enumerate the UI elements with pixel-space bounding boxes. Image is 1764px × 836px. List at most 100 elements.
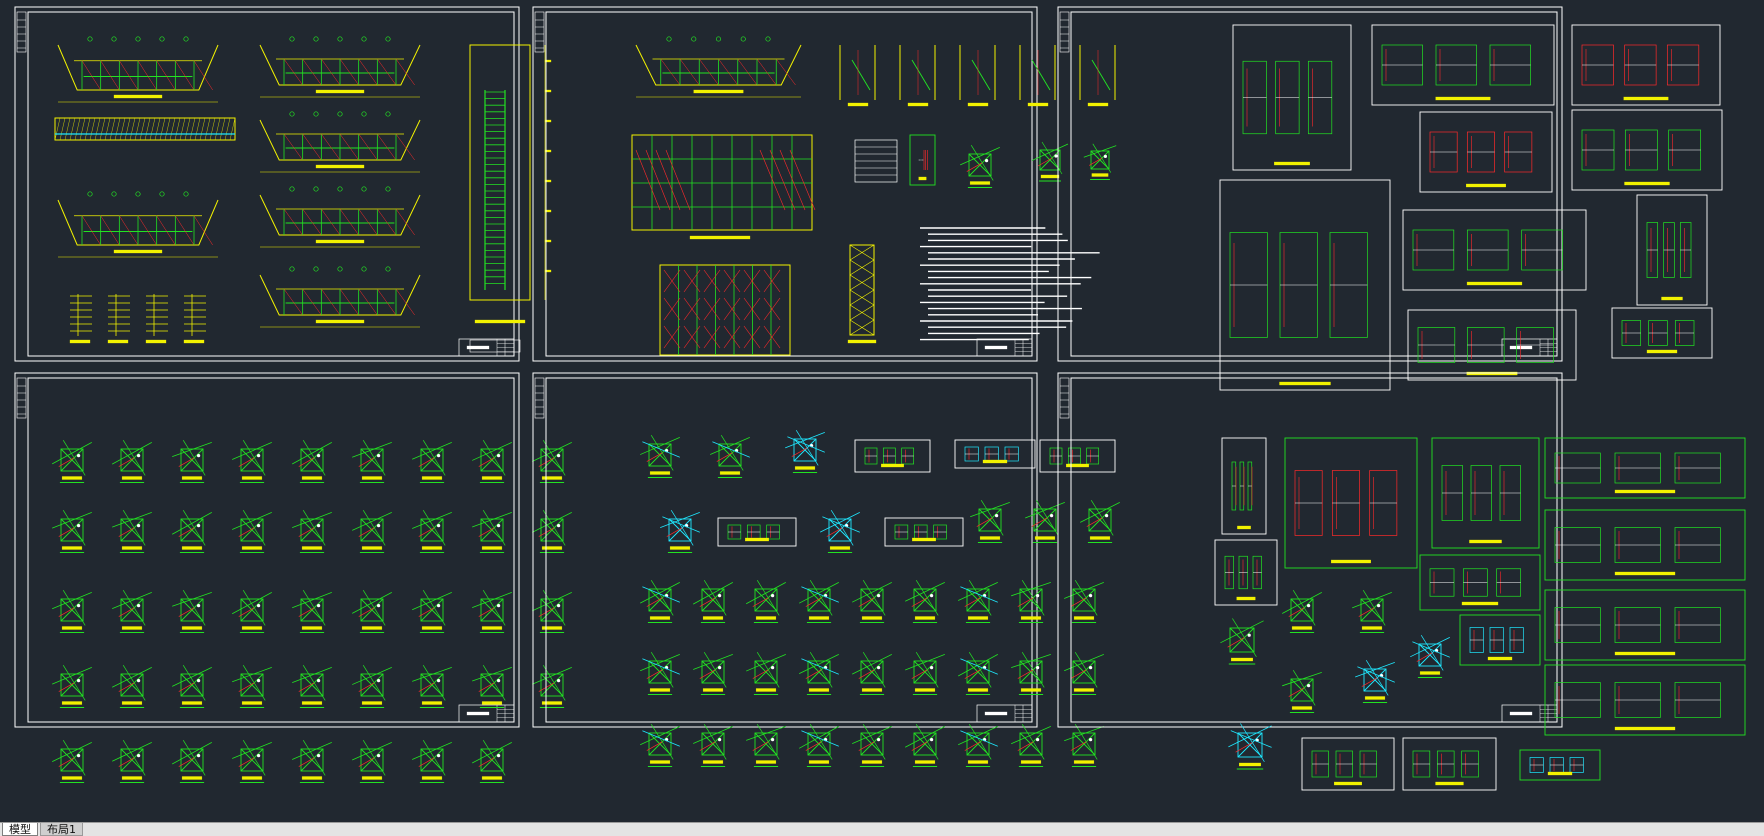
joint-detail [799, 580, 839, 623]
joint-detail [292, 440, 332, 483]
joint-detail [52, 665, 92, 708]
binding-strip [16, 377, 27, 419]
joint-detail [640, 435, 680, 478]
sheet-plans [14, 6, 552, 362]
detail-box [884, 517, 964, 547]
detail-box [1407, 309, 1577, 381]
joint-detail [352, 740, 392, 783]
bracket-elevation [1079, 45, 1116, 107]
joint-detail [112, 740, 152, 783]
joint-detail [1080, 500, 1120, 543]
joint-detail [1352, 590, 1392, 633]
detail-box [1419, 111, 1553, 193]
sheet-elevations-notes [532, 6, 1117, 362]
joint-detail [52, 740, 92, 783]
joint-detail [1064, 580, 1104, 623]
joint-detail [970, 500, 1010, 543]
detail-box [1039, 439, 1116, 473]
frame-elevation [631, 134, 816, 240]
joint-detail [1011, 652, 1051, 695]
joint-detail [532, 440, 572, 483]
detail-box [1459, 614, 1541, 666]
joint-detail [958, 652, 998, 695]
joint-detail [640, 580, 680, 623]
joint-detail [292, 590, 332, 633]
joint-detail [905, 652, 945, 695]
joint-detail [412, 740, 452, 783]
joint-detail [52, 440, 92, 483]
detail-box [909, 134, 936, 186]
detail-box [1571, 24, 1721, 106]
layout-tab-bar: 模型 布局1 [0, 822, 1764, 836]
detail-box [1214, 539, 1278, 606]
joint-detail [472, 590, 512, 633]
joint-detail [958, 580, 998, 623]
joint-detail [1228, 723, 1272, 770]
joint-detail [292, 665, 332, 708]
joint-detail [532, 590, 572, 633]
joint-detail [532, 510, 572, 553]
detail-box [1402, 209, 1587, 291]
joint-detail [352, 510, 392, 553]
sheet-node-grid-boxed [532, 372, 1120, 767]
section-plan [635, 36, 802, 98]
joint-detail [172, 590, 212, 633]
cad-drawing[interactable] [0, 0, 1764, 822]
bracket-elevation [959, 45, 996, 107]
detail-box [854, 439, 931, 473]
sheet-green-frames [1057, 372, 1746, 791]
joint-detail [640, 652, 680, 695]
joint-detail [412, 590, 452, 633]
member-section [145, 294, 168, 344]
detail-box [1431, 437, 1540, 549]
detail-box [1221, 437, 1267, 535]
joint-detail [693, 580, 733, 623]
detail-box [1402, 737, 1497, 791]
detail-box [1571, 109, 1723, 191]
joint-detail [693, 724, 733, 767]
tab-model[interactable]: 模型 [2, 823, 38, 836]
joint-detail [472, 440, 512, 483]
joint-detail [640, 724, 680, 767]
detail-box [1219, 179, 1391, 391]
joint-detail [352, 440, 392, 483]
title-block [1501, 338, 1558, 357]
joint-detail [1410, 635, 1450, 678]
joint-detail [1282, 670, 1322, 713]
joint-detail [352, 590, 392, 633]
joint-detail [905, 580, 945, 623]
joint-detail [852, 580, 892, 623]
member-section [107, 294, 130, 344]
joint-detail [352, 665, 392, 708]
detail-box [1232, 24, 1352, 171]
joint-detail [746, 580, 786, 623]
binding-strip [534, 377, 545, 419]
joint-detail [746, 652, 786, 695]
bracket-elevation [899, 45, 936, 107]
tab-layout1[interactable]: 布局1 [40, 823, 83, 836]
joint-detail [112, 590, 152, 633]
joint-detail [412, 510, 452, 553]
joint-detail [412, 440, 452, 483]
joint-detail [232, 440, 272, 483]
joint-detail [172, 665, 212, 708]
bracket-elevation [839, 45, 876, 107]
frame-elevation [659, 264, 791, 356]
joint-detail [1025, 500, 1065, 543]
joint-detail [232, 590, 272, 633]
title-block [976, 338, 1033, 357]
joint-detail [472, 665, 512, 708]
joint-detail [852, 724, 892, 767]
joint-detail [1064, 724, 1104, 767]
title-block [1501, 704, 1558, 723]
detail-box [1544, 509, 1746, 581]
binding-strip [534, 11, 545, 53]
joint-detail [960, 145, 1000, 188]
joint-detail [852, 652, 892, 695]
model-space-canvas[interactable] [0, 0, 1764, 822]
detail-box [1611, 307, 1713, 359]
joint-detail [1220, 618, 1264, 665]
section-plan [259, 186, 421, 248]
section-plan [57, 191, 219, 258]
binding-strip [16, 11, 27, 53]
